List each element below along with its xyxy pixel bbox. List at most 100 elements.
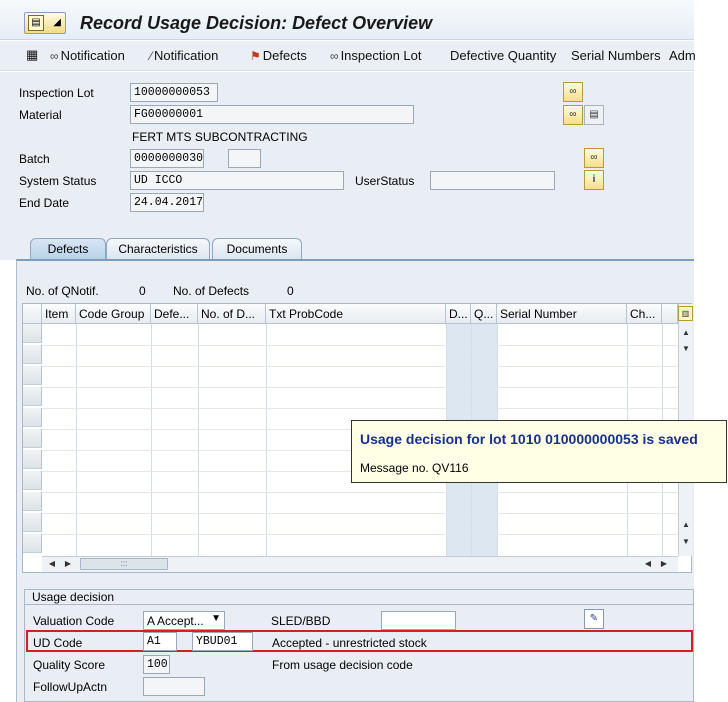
documents-icon[interactable]: ▤ bbox=[584, 105, 604, 125]
toolbar-label: Notification bbox=[154, 48, 219, 63]
user-status-label: UserStatus bbox=[355, 174, 415, 188]
chevron-down-icon: ▼ bbox=[211, 613, 221, 624]
tab-characteristics[interactable]: Characteristics bbox=[106, 238, 210, 260]
row-selector[interactable] bbox=[23, 324, 42, 343]
quality-score-label: Quality Score bbox=[33, 658, 106, 672]
material-label: Material bbox=[19, 108, 62, 122]
column-header-item[interactable]: Item bbox=[42, 304, 76, 324]
ud-code-group-field[interactable]: YBUD01 bbox=[192, 632, 253, 651]
batch-label: Batch bbox=[19, 152, 50, 166]
valuation-code-dropdown[interactable]: A Accept... ▼ bbox=[143, 611, 225, 630]
tab-defects[interactable]: Defects bbox=[30, 238, 106, 260]
scroll-up-bottom-icon[interactable]: ▲ bbox=[679, 518, 693, 532]
scroll-down-icon[interactable]: ▼ bbox=[679, 342, 693, 356]
horizontal-scroll-thumb[interactable]: ::: bbox=[80, 558, 168, 570]
batch-extra-field[interactable] bbox=[228, 149, 261, 168]
status-message-popup: Usage decision for lot 1010 010000000053… bbox=[351, 420, 727, 483]
user-status-field[interactable] bbox=[430, 171, 555, 190]
system-menu-button[interactable]: ▤ ◢ bbox=[24, 12, 66, 34]
menu-icon: ▤ bbox=[28, 15, 44, 31]
scroll-up-icon[interactable]: ▲ bbox=[679, 326, 693, 340]
ud-code-field[interactable]: A1 bbox=[143, 632, 177, 651]
column-header-no-of-defects[interactable]: No. of D... bbox=[198, 304, 266, 324]
message-number: Message no. QV116 bbox=[360, 461, 469, 475]
row-selector[interactable] bbox=[23, 471, 42, 490]
column-header-txt-probcode[interactable]: Txt ProbCode bbox=[266, 304, 446, 324]
row-selector[interactable] bbox=[23, 345, 42, 364]
row-selector[interactable] bbox=[23, 387, 42, 406]
info-icon[interactable]: i bbox=[584, 170, 604, 190]
followup-action-field[interactable] bbox=[143, 677, 205, 696]
quality-score-description: From usage decision code bbox=[272, 658, 413, 672]
row-selector[interactable] bbox=[23, 450, 42, 469]
row-selector[interactable] bbox=[23, 513, 42, 532]
column-header-code-group[interactable]: Code Group bbox=[76, 304, 151, 324]
no-defects-label: No. of Defects bbox=[173, 284, 250, 298]
sled-field[interactable] bbox=[381, 611, 456, 630]
display-lot-glasses-icon[interactable]: ∞ bbox=[563, 82, 583, 102]
toolbar-label: Inspection Lot bbox=[340, 48, 422, 63]
toolbar-defects-button[interactable]: ⚑ Defects bbox=[250, 48, 307, 63]
system-status-field[interactable]: UD ICCO bbox=[130, 171, 344, 190]
followup-action-label: FollowUpActn bbox=[33, 680, 108, 694]
no-qnotif-value: 0 bbox=[139, 284, 146, 298]
ud-code-description: Accepted - unrestricted stock bbox=[272, 636, 427, 650]
sled-label: SLED/BBD bbox=[271, 614, 331, 628]
no-defects-value: 0 bbox=[287, 284, 294, 298]
scroll-left-icon[interactable]: ◀ bbox=[45, 557, 59, 571]
message-title: Usage decision for lot 1010 010000000053… bbox=[360, 431, 698, 447]
column-header-q[interactable]: Q... bbox=[471, 304, 497, 324]
system-status-label: System Status bbox=[19, 174, 97, 188]
flag-icon: ⚑ bbox=[250, 49, 261, 63]
end-date-label: End Date bbox=[19, 196, 70, 210]
group-divider bbox=[25, 604, 694, 605]
tab-documents[interactable]: Documents bbox=[212, 238, 302, 260]
toolbar-inspection-lot-button[interactable]: ∞ Inspection Lot bbox=[330, 48, 422, 63]
wand-icon: ⁄ bbox=[150, 49, 153, 63]
header-area: Inspection Lot 10000000053 Material FG00… bbox=[0, 72, 694, 232]
row-selector[interactable] bbox=[23, 492, 42, 511]
batch-field[interactable]: 0000000030 bbox=[130, 149, 204, 168]
inspection-lot-label: Inspection Lot bbox=[19, 86, 94, 100]
row-selector[interactable] bbox=[23, 408, 42, 427]
scroll-left-end-icon[interactable]: ◀ bbox=[641, 557, 655, 571]
application-toolbar: ▦ ∞ Notification ⁄ Notification ⚑ Defects ∞… bbox=[0, 41, 696, 71]
no-qnotif-label: No. of QNotif. bbox=[26, 284, 99, 298]
ud-code-label: UD Code bbox=[33, 636, 83, 650]
glasses-icon: ∞ bbox=[330, 49, 339, 63]
toolbar-notification-create-button[interactable]: ⁄ Notification bbox=[150, 48, 218, 63]
edit-text-icon[interactable]: ✎ bbox=[584, 609, 604, 629]
toolbar-label: Notification bbox=[60, 48, 125, 63]
select-all-header[interactable] bbox=[23, 304, 42, 324]
scroll-down-bottom-icon[interactable]: ▼ bbox=[679, 535, 693, 549]
column-settings-icon[interactable]: ▥ bbox=[678, 306, 693, 321]
inspection-lot-field[interactable]: 10000000053 bbox=[130, 83, 218, 102]
toolbar-label: Defects bbox=[262, 48, 307, 63]
column-header-defect[interactable]: Defe... bbox=[151, 304, 198, 324]
toolbar-admin-button[interactable]: Adm bbox=[669, 48, 696, 63]
material-description: FERT MTS SUBCONTRACTING bbox=[132, 130, 308, 144]
scroll-right-icon[interactable]: ▶ bbox=[61, 557, 75, 571]
row-selector[interactable] bbox=[23, 429, 42, 448]
valuation-code-label: Valuation Code bbox=[33, 614, 115, 628]
toolbar-notification-display-button[interactable]: ∞ Notification bbox=[50, 48, 125, 63]
row-selector[interactable] bbox=[23, 366, 42, 385]
quality-score-field[interactable]: 100 bbox=[143, 655, 170, 674]
end-date-field[interactable]: 24.04.2017 bbox=[130, 193, 204, 212]
valuation-code-value: A Accept... bbox=[147, 614, 204, 628]
display-batch-glasses-icon[interactable]: ∞ bbox=[584, 148, 604, 168]
toolbar-defective-quantity-button[interactable]: Defective Quantity bbox=[450, 48, 556, 63]
tab-strip: Defects Characteristics Documents bbox=[0, 232, 694, 260]
calculator-icon[interactable]: ▦ bbox=[26, 47, 38, 63]
column-header-d[interactable]: D... bbox=[446, 304, 471, 324]
glasses-icon: ∞ bbox=[50, 49, 59, 63]
display-material-glasses-icon[interactable]: ∞ bbox=[563, 105, 583, 125]
toolbar-serial-numbers-button[interactable]: Serial Numbers bbox=[571, 48, 661, 63]
page-title: Record Usage Decision: Defect Overview bbox=[80, 13, 433, 33]
column-header-serial-number[interactable]: Serial Number bbox=[497, 304, 627, 324]
scroll-right-end-icon[interactable]: ▶ bbox=[657, 557, 671, 571]
material-field[interactable]: FG00000001 bbox=[130, 105, 414, 124]
column-header-ch[interactable]: Ch... bbox=[627, 304, 662, 324]
usage-decision-title: Usage decision bbox=[32, 590, 115, 604]
row-selector[interactable] bbox=[23, 534, 42, 553]
